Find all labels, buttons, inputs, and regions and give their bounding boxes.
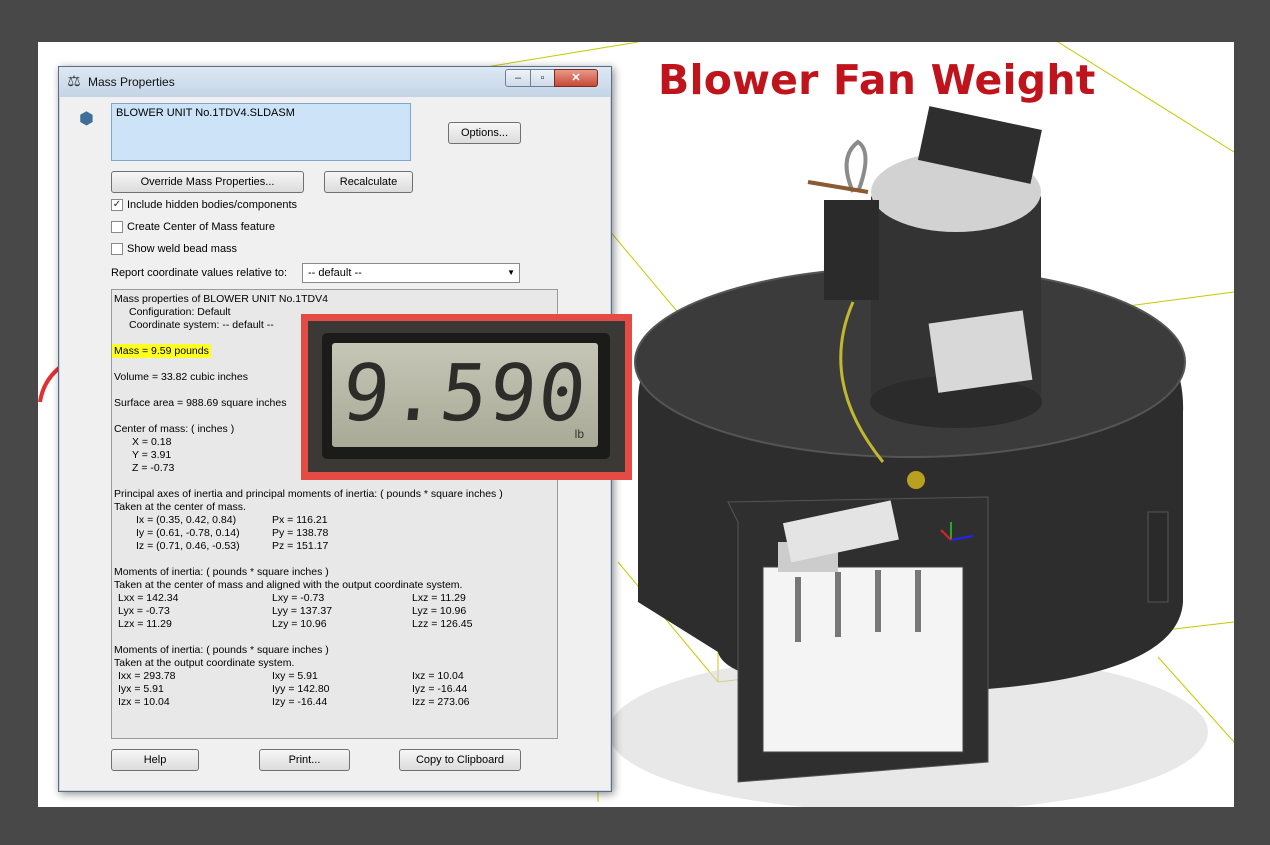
chevron-down-icon[interactable]: ▼	[507, 264, 515, 282]
moi-com-cell: Lzz = 126.45	[412, 618, 473, 630]
headline-title: Blower Fan Weight	[658, 56, 1096, 104]
moi-out-cell: Iyz = -16.44	[412, 683, 468, 695]
moi-com-cell: Lxz = 11.29	[412, 592, 466, 604]
center-of-mass-label: Create Center of Mass feature	[127, 221, 275, 233]
scale-photo: 9.590 lb	[301, 314, 632, 480]
principal-axis-row: Iy = (0.61, -0.78, 0.14)	[136, 527, 240, 539]
moi-out-cell: Iyx = 5.91	[118, 683, 164, 695]
moi-out-cell: Ixx = 293.78	[118, 670, 176, 682]
moi-com-cell: Lzx = 11.29	[118, 618, 172, 630]
dialog-title: Mass Properties	[88, 75, 175, 89]
close-button[interactable]: ✕	[554, 69, 598, 87]
report-principal-header: Principal axes of inertia and principal …	[114, 488, 503, 500]
moi-com-cell: Lxx = 142.34	[118, 592, 179, 604]
moi-out-cell: Ixy = 5.91	[272, 670, 318, 682]
report-moi-out-header: Moments of inertia: ( pounds * square in…	[114, 644, 329, 656]
report-configuration: Configuration: Default	[129, 306, 231, 318]
weld-bead-checkbox[interactable]	[111, 243, 123, 255]
principal-moment-row: Pz = 151.17	[272, 540, 329, 552]
principal-moment-row: Py = 138.78	[272, 527, 329, 539]
scale-lcd: 9.590 lb	[332, 343, 598, 447]
scale-photo-inner: 9.590 lb	[308, 321, 625, 472]
include-hidden-checkbox[interactable]: ✓	[111, 199, 123, 211]
coord-system-select[interactable]: -- default -- ▼	[302, 263, 520, 283]
moi-out-cell: Izx = 10.04	[118, 696, 170, 708]
options-button[interactable]: Options...	[448, 122, 521, 144]
report-principal-sub: Taken at the center of mass.	[114, 501, 246, 513]
moi-out-cell: Ixz = 10.04	[412, 670, 464, 682]
blower-outlet	[727, 496, 989, 783]
moi-com-cell: Lyz = 10.96	[412, 605, 467, 617]
moi-out-cell: Izy = -16.44	[272, 696, 328, 708]
selected-items-list[interactable]: BLOWER UNIT No.1TDV4.SLDASM	[111, 103, 411, 161]
maximize-button[interactable]: ▫	[530, 69, 555, 87]
report-moi-com-sub: Taken at the center of mass and aligned …	[114, 579, 463, 591]
screenshot-canvas: Blower Fan Weight ⚖ Mass Properties ‒ ▫ …	[38, 42, 1234, 807]
print-button[interactable]: Print...	[259, 749, 350, 771]
principal-axis-row: Ix = (0.35, 0.42, 0.84)	[136, 514, 237, 526]
scale-unit: lb	[574, 427, 584, 441]
report-moi-com-header: Moments of inertia: ( pounds * square in…	[114, 566, 329, 578]
report-mass: Mass = 9.59 pounds	[112, 344, 211, 358]
copy-to-clipboard-button[interactable]: Copy to Clipboard	[399, 749, 521, 771]
coord-system-value: -- default --	[308, 267, 362, 279]
moi-com-cell: Lxy = -0.73	[272, 592, 325, 604]
selected-item-filename[interactable]: BLOWER UNIT No.1TDV4.SLDASM	[116, 107, 295, 119]
report-com-z: Z = -0.73	[132, 462, 175, 474]
report-com-header: Center of mass: ( inches )	[114, 423, 235, 435]
center-of-mass-checkbox[interactable]	[111, 221, 123, 233]
scale-display-bezel: 9.590 lb	[322, 333, 610, 459]
report-coordinate-system: Coordinate system: -- default --	[129, 319, 274, 331]
dialog-titlebar[interactable]: ⚖ Mass Properties ‒ ▫ ✕	[59, 67, 611, 97]
recalculate-button[interactable]: Recalculate	[324, 171, 413, 193]
moi-com-cell: Lzy = 10.96	[272, 618, 327, 630]
report-moi-out-sub: Taken at the output coordinate system.	[114, 657, 295, 669]
scale-reading: 9.590	[337, 349, 593, 439]
assembly-icon: ⬢	[79, 109, 94, 128]
moi-com-cell: Lyy = 137.37	[272, 605, 333, 617]
report-com-x: X = 0.18	[132, 436, 172, 448]
report-surface-area: Surface area = 988.69 square inches	[114, 397, 287, 409]
report-header: Mass properties of BLOWER UNIT No.1TDV4	[114, 293, 328, 305]
help-button[interactable]: Help	[111, 749, 199, 771]
moi-com-cell: Lyx = -0.73	[118, 605, 170, 617]
weld-bead-label: Show weld bead mass	[127, 243, 238, 255]
coord-system-label: Report coordinate values relative to:	[111, 267, 288, 279]
report-volume: Volume = 33.82 cubic inches	[114, 371, 248, 383]
principal-axis-row: Iz = (0.71, 0.46, -0.53)	[136, 540, 240, 552]
scale-icon: ⚖	[67, 73, 81, 90]
moi-out-cell: Izz = 273.06	[412, 696, 470, 708]
report-com-y: Y = 3.91	[132, 449, 172, 461]
include-hidden-label: Include hidden bodies/components	[127, 199, 298, 211]
moi-out-cell: Iyy = 142.80	[272, 683, 330, 695]
minimize-button[interactable]: ‒	[505, 69, 531, 87]
override-mass-properties-button[interactable]: Override Mass Properties...	[111, 171, 304, 193]
principal-moment-row: Px = 116.21	[272, 514, 328, 526]
